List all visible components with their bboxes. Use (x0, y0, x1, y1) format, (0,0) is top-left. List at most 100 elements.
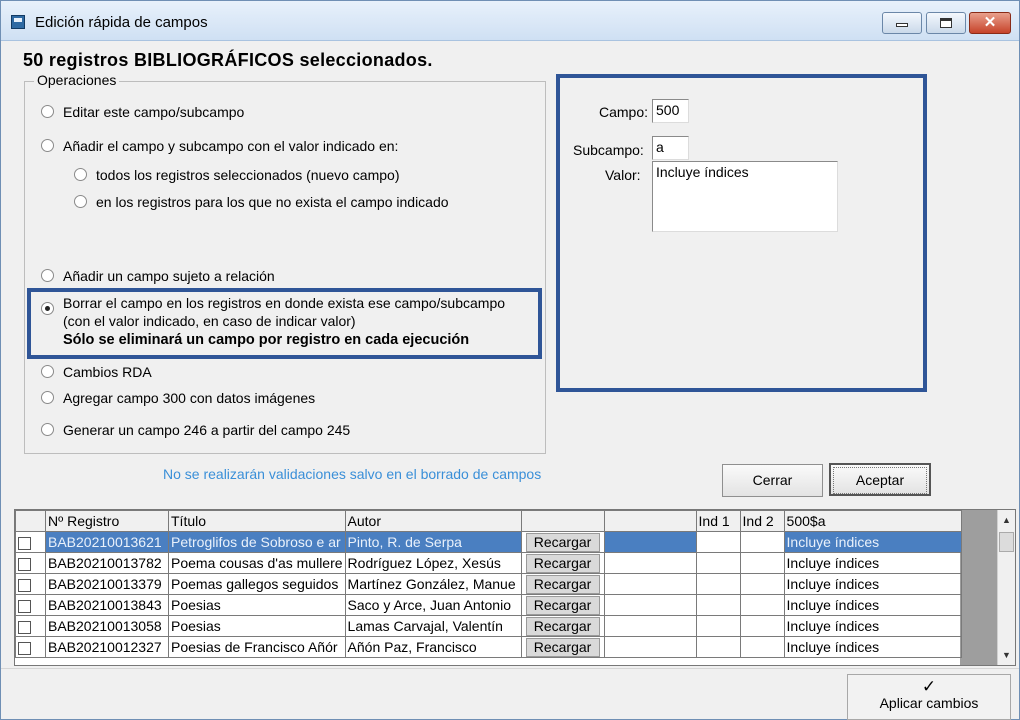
scroll-up-icon[interactable]: ▲ (998, 512, 1015, 528)
table-row[interactable]: BAB20210013058 Poesias Lamas Carvajal, Val… (15, 615, 962, 637)
cell-blank[interactable] (603, 636, 697, 658)
cell-blank[interactable] (603, 573, 697, 595)
maximize-button[interactable] (926, 12, 966, 34)
cell-autor[interactable]: Rodríguez López, Xesús (344, 552, 522, 574)
cell-titulo[interactable]: Poema cousas d'as mullere (168, 552, 346, 574)
row-checkbox[interactable] (18, 599, 31, 613)
cell-registro[interactable]: BAB20210013843 (45, 594, 169, 616)
reload-button[interactable]: Recargar (525, 637, 600, 657)
table-row[interactable]: BAB20210013621 Petroglifos de Sobroso e a… (15, 531, 962, 553)
cell-reload[interactable]: Recargar (520, 552, 605, 574)
radio-edit-field[interactable]: Editar este campo/subcampo (41, 104, 244, 120)
reload-button[interactable]: Recargar (525, 616, 600, 636)
accept-button[interactable]: Aceptar (829, 463, 931, 496)
row-checkbox[interactable] (18, 641, 31, 655)
cell-registro[interactable]: BAB20210013621 (45, 531, 169, 553)
cell-blank[interactable] (603, 552, 697, 574)
cell-autor[interactable]: Saco y Arce, Juan Antonio (344, 594, 522, 616)
row-checkbox-cell[interactable] (15, 594, 46, 616)
row-checkbox[interactable] (18, 578, 31, 592)
scroll-thumb[interactable] (999, 532, 1014, 552)
scroll-down-icon[interactable]: ▼ (998, 647, 1015, 663)
row-checkbox-cell[interactable] (15, 573, 46, 595)
radio-generate-246[interactable]: Generar un campo 246 a partir del campo … (41, 422, 350, 438)
cell-reload[interactable]: Recargar (520, 615, 605, 637)
cell-titulo[interactable]: Poemas gallegos seguidos (168, 573, 346, 595)
reload-button[interactable]: Recargar (525, 532, 600, 552)
row-checkbox-cell[interactable] (15, 636, 46, 658)
header-500a[interactable]: 500$a (783, 510, 962, 532)
cell-500a[interactable]: Incluye índices (783, 594, 962, 616)
cell-reload[interactable]: Recargar (520, 636, 605, 658)
header-registro[interactable]: Nº Registro (45, 510, 169, 532)
cell-500a[interactable]: Incluye índices (783, 531, 962, 553)
table-row[interactable]: BAB20210013843 Poesias Saco y Arce, Juan A… (15, 594, 962, 616)
cell-titulo[interactable]: Petroglifos de Sobroso e ar (168, 531, 346, 553)
cell-ind1[interactable] (695, 552, 741, 574)
apply-changes-button[interactable]: ✓ Aplicar cambios (847, 674, 1011, 720)
cell-ind1[interactable] (695, 636, 741, 658)
row-checkbox[interactable] (18, 557, 31, 571)
cell-ind1[interactable] (695, 594, 741, 616)
cell-titulo[interactable]: Poesias (168, 615, 346, 637)
cell-ind1[interactable] (695, 573, 741, 595)
cell-autor[interactable]: Lamas Carvajal, Valentín (344, 615, 522, 637)
reload-button[interactable]: Recargar (525, 553, 600, 573)
cell-autor[interactable]: Pinto, R. de Serpa (344, 531, 522, 553)
row-checkbox[interactable] (18, 536, 31, 550)
radio-missing-field[interactable]: en los registros para los que no exista … (74, 194, 449, 210)
cell-autor[interactable]: Añón Paz, Francisco (344, 636, 522, 658)
table-row[interactable]: BAB20210012327 Poesias de Francisco Añór A… (15, 636, 962, 658)
cell-titulo[interactable]: Poesias (168, 594, 346, 616)
row-checkbox-cell[interactable] (15, 552, 46, 574)
table-row[interactable]: BAB20210013379 Poemas gallegos seguidos Ma… (15, 573, 962, 595)
campo-input[interactable]: 500 (652, 99, 689, 123)
row-checkbox-cell[interactable] (15, 531, 46, 553)
cell-500a[interactable]: Incluye índices (783, 636, 962, 658)
cell-blank[interactable] (603, 531, 697, 553)
table-row[interactable]: BAB20210013782 Poema cousas d'as mullere R… (15, 552, 962, 574)
cell-autor[interactable]: Martínez González, Manue (344, 573, 522, 595)
header-ind2[interactable]: Ind 2 (739, 510, 785, 532)
cell-ind1[interactable] (695, 531, 741, 553)
cell-ind2[interactable] (739, 531, 785, 553)
radio-delete-field[interactable]: Borrar el campo en los registros en dond… (41, 294, 505, 330)
row-checkbox-cell[interactable] (15, 615, 46, 637)
cell-registro[interactable]: BAB20210013379 (45, 573, 169, 595)
radio-all-records[interactable]: todos los registros seleccionados (nuevo… (74, 167, 400, 183)
cell-ind2[interactable] (739, 594, 785, 616)
cell-ind2[interactable] (739, 552, 785, 574)
radio-add-field[interactable]: Añadir el campo y subcampo con el valor … (41, 138, 398, 154)
cell-registro[interactable]: BAB20210012327 (45, 636, 169, 658)
cell-reload[interactable]: Recargar (520, 594, 605, 616)
close-dialog-button[interactable]: Cerrar (722, 464, 823, 497)
cell-ind1[interactable] (695, 615, 741, 637)
header-ind1[interactable]: Ind 1 (695, 510, 741, 532)
cell-reload[interactable]: Recargar (520, 573, 605, 595)
cell-titulo[interactable]: Poesias de Francisco Añór (168, 636, 346, 658)
cell-registro[interactable]: BAB20210013058 (45, 615, 169, 637)
cell-ind2[interactable] (739, 636, 785, 658)
reload-button[interactable]: Recargar (525, 574, 600, 594)
cell-500a[interactable]: Incluye índices (783, 552, 962, 574)
close-button[interactable]: ✕ (969, 12, 1011, 34)
cell-blank[interactable] (603, 594, 697, 616)
vertical-scrollbar[interactable]: ▲ ▼ (997, 510, 1015, 665)
cell-ind2[interactable] (739, 573, 785, 595)
cell-blank[interactable] (603, 615, 697, 637)
cell-ind2[interactable] (739, 615, 785, 637)
valor-textarea[interactable]: Incluye índices (652, 161, 838, 232)
reload-button[interactable]: Recargar (525, 595, 600, 615)
radio-add-300[interactable]: Agregar campo 300 con datos imágenes (41, 390, 315, 406)
radio-rda-changes[interactable]: Cambios RDA (41, 364, 152, 380)
radio-related-field[interactable]: Añadir un campo sujeto a relación (41, 268, 275, 284)
cell-500a[interactable]: Incluye índices (783, 615, 962, 637)
cell-500a[interactable]: Incluye índices (783, 573, 962, 595)
header-titulo[interactable]: Título (168, 510, 346, 532)
row-checkbox[interactable] (18, 620, 31, 634)
header-autor[interactable]: Autor (344, 510, 522, 532)
cell-reload[interactable]: Recargar (520, 531, 605, 553)
minimize-button[interactable] (882, 12, 922, 34)
subcampo-input[interactable]: a (652, 136, 689, 160)
cell-registro[interactable]: BAB20210013782 (45, 552, 169, 574)
